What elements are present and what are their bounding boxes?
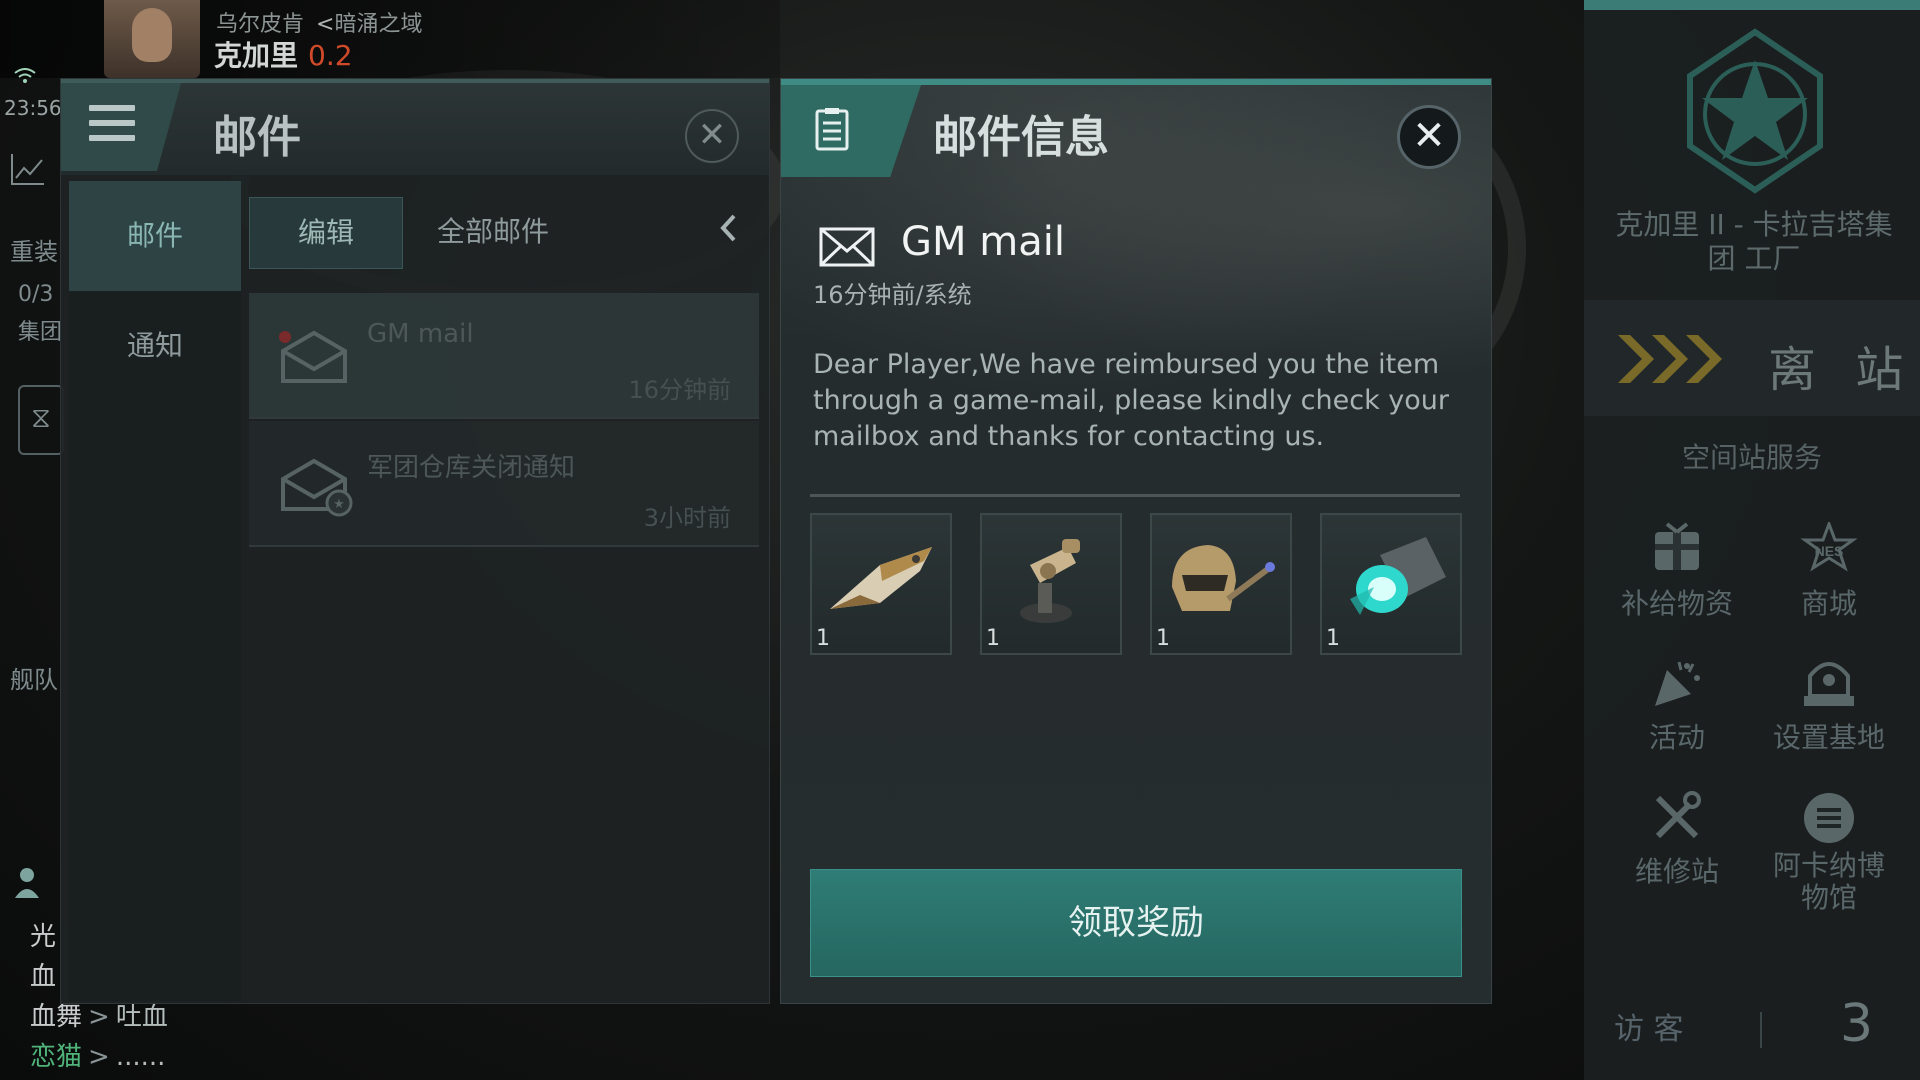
mail-meta: 16分钟前/系统 (813, 281, 972, 309)
mail-category-nav: 邮件 通知 (69, 181, 241, 1001)
clock: 23:56 (4, 96, 62, 120)
nav-item-mail[interactable]: 邮件 (69, 181, 241, 291)
ship-icon (820, 525, 942, 635)
item-quantity: 1 (986, 626, 1000, 651)
chat-line: 光 (30, 922, 57, 952)
party-popper-icon (1602, 656, 1752, 716)
repair-tools-icon (1602, 790, 1752, 850)
service-store[interactable]: NES 商城 (1754, 519, 1904, 622)
sidebar-fragment: 0/3 (18, 282, 54, 307)
chevrons-right-icon (1614, 328, 1734, 405)
location-hud[interactable]: 乌尔皮肯 <暗涌之域 克加里 0.2 (0, 0, 780, 78)
svg-text:★: ★ (333, 497, 345, 512)
system-name: 克加里 0.2 (214, 39, 353, 72)
service-label: 阿卡纳博物馆 (1772, 849, 1885, 914)
undock-button[interactable]: 离 站 (1584, 300, 1920, 416)
mail-panel-title: 邮件 (213, 112, 301, 163)
claim-reward-button[interactable]: 领取奖励 (810, 869, 1462, 977)
station-name: 克加里 II - 卡拉吉塔集团 工厂 (1615, 208, 1893, 275)
open-envelope-icon (279, 329, 349, 383)
divider (810, 494, 1460, 497)
chart-icon[interactable] (10, 152, 46, 188)
thruster-module-icon (1330, 525, 1452, 635)
nav-item-notice[interactable]: 通知 (69, 291, 241, 401)
service-supply[interactable]: 补给物资 (1602, 522, 1752, 622)
security-status: 0.2 (308, 39, 353, 72)
station-topbar (1584, 0, 1920, 10)
service-label: 商城 (1800, 587, 1857, 620)
sidebar-fragment[interactable]: 重装 (10, 232, 58, 267)
pilot-portrait[interactable] (104, 0, 200, 78)
attachment-slot[interactable]: 1 (810, 513, 952, 655)
header-tab (781, 85, 921, 177)
mail-body: Dear Player,We have reimbursed you the i… (813, 349, 1450, 452)
station-panel: 克加里 II - 卡拉吉塔集团 工厂 离 站 空间站服务 补给物资 NES 商城… (1584, 0, 1920, 1080)
attachment-slot[interactable]: 1 (1150, 513, 1292, 655)
visitor-count: 3 (1840, 994, 1874, 1054)
helmet-drill-icon (1160, 525, 1282, 635)
corp-emblem-icon (1670, 26, 1840, 196)
supply-box-icon (1602, 522, 1752, 582)
menu-icon[interactable] (89, 105, 135, 147)
attachment-row: 1 1 1 1 (810, 513, 1462, 655)
attachment-slot[interactable]: 1 (980, 513, 1122, 655)
item-quantity: 1 (1156, 626, 1170, 651)
mail-detail-title: 邮件信息 (933, 112, 1109, 163)
close-icon[interactable]: ✕ (1397, 105, 1461, 169)
mail-detail-header: 邮件信息 ✕ (781, 79, 1491, 177)
mail-toolbar: 编辑 全部邮件 (249, 197, 759, 269)
mail-item-title: 军团仓库关闭通知 (367, 453, 576, 483)
museum-icon (1754, 790, 1904, 850)
base-icon (1754, 656, 1904, 716)
service-label: 设置基地 (1772, 721, 1885, 754)
chevron-left-icon[interactable] (719, 213, 737, 251)
visitor-label[interactable]: 访 客 (1614, 1004, 1684, 1048)
open-envelope-badge-icon: ★ (279, 457, 353, 517)
hourglass-icon[interactable]: ⧖ (18, 385, 64, 455)
envelope-icon (819, 227, 875, 267)
person-icon[interactable] (14, 866, 44, 908)
turret-icon (990, 525, 1112, 635)
service-label: 活动 (1648, 721, 1705, 754)
mail-list-panel: 邮件 ✕ 邮件 通知 编辑 全部邮件 GM mail 16分钟前 ★ 军团仓库关… (60, 78, 770, 1004)
mail-detail-panel: 邮件信息 ✕ GM mail 16分钟前/系统 Dear Player,We h… (780, 78, 1492, 1004)
service-base[interactable]: 设置基地 (1754, 656, 1904, 756)
service-museum[interactable]: 阿卡纳博物馆 (1754, 790, 1904, 914)
nes-store-icon: NES (1754, 519, 1904, 582)
all-mail-filter[interactable]: 全部邮件 (437, 197, 549, 267)
chat-line: 恋猫 >...... (30, 1042, 166, 1072)
mail-item-title: GM mail (367, 319, 474, 349)
undock-label: 离 站 (1768, 342, 1916, 398)
svg-text:NES: NES (1815, 543, 1844, 559)
attachment-slot[interactable]: 1 (1320, 513, 1462, 655)
mail-list-item[interactable]: ★ 军团仓库关闭通知 3小时前 (249, 421, 759, 547)
chat-line: 血 (30, 962, 57, 992)
service-label: 补给物资 (1620, 587, 1733, 620)
item-quantity: 1 (816, 626, 830, 651)
divider (1760, 1012, 1762, 1048)
sidebar-fragment[interactable]: 舰队 (10, 660, 58, 695)
edit-button[interactable]: 编辑 (249, 197, 403, 269)
item-quantity: 1 (1326, 626, 1340, 651)
sidebar-fragment: 集团 (18, 320, 63, 345)
mail-panel-header: 邮件 ✕ (61, 79, 769, 175)
close-icon[interactable]: ✕ (685, 109, 739, 163)
service-events[interactable]: 活动 (1602, 656, 1752, 756)
game-scene: 乌尔皮肯 <暗涌之域 克加里 0.2 23:56 重装 0/3 集团 ⧖ 舰队 光 … (0, 0, 1920, 1080)
mail-list-item[interactable]: GM mail 16分钟前 (249, 293, 759, 419)
services-title: 空间站服务 (1681, 441, 1822, 474)
mail-item-time: 3小时前 (643, 504, 731, 532)
document-icon (815, 107, 849, 151)
mail-subject: GM mail (901, 219, 1065, 265)
service-label: 维修站 (1634, 855, 1719, 888)
service-repair[interactable]: 维修站 (1602, 790, 1752, 890)
mail-item-time: 16分钟前 (628, 376, 731, 404)
wifi-icon (14, 68, 36, 89)
